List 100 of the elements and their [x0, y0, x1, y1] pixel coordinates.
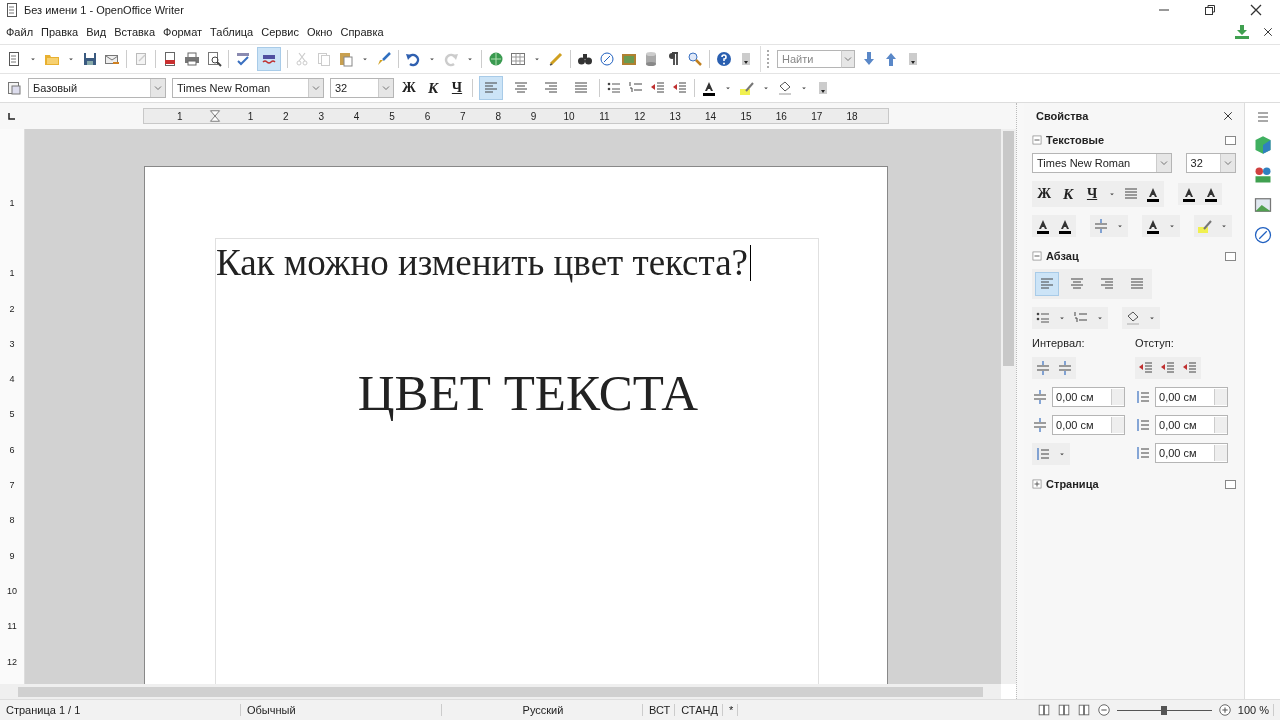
printer-icon[interactable]	[184, 51, 200, 67]
autospellcheck-button[interactable]	[257, 47, 281, 71]
font-color-icon[interactable]	[1181, 186, 1198, 202]
print-preview-icon[interactable]	[206, 51, 222, 67]
save-icon[interactable]	[82, 51, 98, 67]
spin-field[interactable]: 0,00 см	[1052, 387, 1126, 407]
close-icon[interactable]	[1222, 110, 1235, 122]
tab-stop-icon[interactable]	[6, 110, 18, 122]
spin-field[interactable]: 0,00 см	[1155, 443, 1229, 463]
collapse-icon[interactable]	[1032, 251, 1043, 261]
font-color-icon[interactable]	[1145, 186, 1162, 202]
indent-icon[interactable]	[1138, 360, 1155, 376]
font-size-dropdown[interactable]: 32	[1185, 153, 1237, 173]
align-button[interactable]	[479, 76, 503, 100]
spellcheck-icon[interactable]	[235, 51, 251, 67]
menu-item[interactable]: Формат	[161, 26, 209, 38]
page-layout-icon[interactable]	[1076, 703, 1091, 717]
indent-icon[interactable]	[1160, 360, 1177, 376]
line-spacing-icon[interactable]	[1135, 389, 1152, 405]
zoom-icon[interactable]	[687, 51, 703, 67]
zoom-in-icon[interactable]	[1217, 703, 1232, 717]
font-color-icon[interactable]	[1035, 218, 1052, 234]
spacing-icon[interactable]	[1032, 389, 1049, 405]
database-icon[interactable]	[643, 51, 659, 67]
page-layout-icon[interactable]	[1036, 703, 1051, 717]
dropdown-button[interactable]	[841, 50, 855, 68]
line-spacing-icon[interactable]	[1135, 445, 1152, 461]
spin-field[interactable]: 0,00 см	[1155, 387, 1229, 407]
bold-button[interactable]: Ж	[400, 78, 418, 98]
horizontal-scrollbar[interactable]	[0, 684, 1002, 699]
spacing-icon[interactable]	[1057, 360, 1074, 376]
style-dropdown[interactable]: Базовый	[28, 78, 166, 98]
spin-field[interactable]: 0,00 см	[1052, 415, 1126, 435]
bullet-list-icon[interactable]	[1035, 310, 1052, 326]
bold-button[interactable]: Ж	[1035, 184, 1054, 204]
expand-icon[interactable]	[1032, 479, 1043, 489]
zoom-level[interactable]: 100 %	[1237, 704, 1274, 716]
underline-button[interactable]: Ч	[1083, 184, 1102, 204]
highlighter-icon[interactable]	[1197, 218, 1214, 234]
more-options-icon[interactable]	[1225, 251, 1237, 261]
line-spacing-icon[interactable]	[1135, 417, 1152, 433]
section-title[interactable]: Текстовые	[1046, 134, 1105, 146]
paint-bucket-icon[interactable]	[777, 80, 793, 96]
download-icon[interactable]	[1234, 24, 1250, 40]
horizontal-ruler[interactable]: 1 1 2 3 4 5 6 7 8 9 10 11 12 13 14 15 16 17 18	[143, 108, 889, 124]
down-arrow-icon[interactable]	[861, 51, 877, 67]
highlighter-icon[interactable]	[739, 80, 755, 96]
find-field[interactable]: Найти	[777, 50, 841, 68]
menu-item[interactable]: Сервис	[259, 26, 305, 38]
globe-icon[interactable]	[488, 51, 504, 67]
align-button[interactable]	[1035, 272, 1060, 296]
menu-item[interactable]: Правка	[39, 26, 85, 38]
paste-icon[interactable]	[338, 51, 354, 67]
menu-item[interactable]: Таблица	[208, 26, 260, 38]
menu-item[interactable]: Окно	[304, 26, 339, 38]
help-icon[interactable]	[716, 51, 732, 67]
indent-marker-icon[interactable]	[209, 110, 222, 122]
pencil-icon[interactable]	[548, 51, 564, 67]
spacing-icon[interactable]	[1035, 360, 1052, 376]
zoom-out-icon[interactable]	[1096, 703, 1111, 717]
spin-field[interactable]: 0,00 см	[1155, 415, 1229, 435]
font-color-icon[interactable]	[1203, 186, 1220, 202]
indent-icon[interactable]	[672, 80, 688, 96]
indent-icon[interactable]	[1182, 360, 1199, 376]
line-spacing-icon[interactable]	[1035, 446, 1052, 462]
edit-document-icon[interactable]	[133, 51, 149, 67]
underline-button[interactable]: Ч	[448, 78, 466, 98]
font-color-icon[interactable]	[701, 80, 717, 96]
menu-item[interactable]: Вид	[84, 26, 113, 38]
font-dropdown[interactable]: Times New Roman	[172, 78, 324, 98]
italic-button[interactable]: К	[424, 78, 442, 98]
indent-icon[interactable]	[650, 80, 666, 96]
collapse-icon[interactable]	[1032, 135, 1043, 145]
undo-icon[interactable]	[405, 51, 421, 67]
more-options-icon[interactable]	[1225, 135, 1237, 145]
font-color-icon[interactable]	[1145, 218, 1162, 234]
paint-bucket-icon[interactable]	[1125, 310, 1142, 326]
italic-button[interactable]: К	[1059, 184, 1078, 204]
image-icon[interactable]	[1252, 195, 1273, 215]
vertical-scrollbar[interactable]	[1001, 129, 1017, 684]
up-arrow-icon[interactable]	[883, 51, 899, 67]
vertical-ruler[interactable]: 1 1 2 3 4 5 6 7 8 9 10 11 12	[0, 129, 25, 684]
spacing-icon[interactable]	[1032, 417, 1049, 433]
sidebar-splitter[interactable]	[1016, 103, 1025, 699]
pdf-icon[interactable]	[162, 51, 178, 67]
menu-item[interactable]: Справка	[338, 26, 390, 38]
justify-icon[interactable]	[1123, 186, 1140, 202]
gallery-icon[interactable]	[621, 51, 637, 67]
paintbrush-icon[interactable]	[376, 51, 392, 67]
font-dropdown[interactable]: Times New Roman	[1032, 153, 1172, 173]
font-color-icon[interactable]	[1057, 218, 1074, 234]
selection-mode[interactable]: СТАНД	[681, 704, 723, 716]
font-size-dropdown[interactable]: 32	[330, 78, 394, 98]
section-title[interactable]: Страница	[1046, 478, 1099, 490]
menu-item[interactable]: Вставка	[112, 26, 161, 38]
bullet-list-icon[interactable]	[606, 80, 622, 96]
close-icon[interactable]	[1262, 26, 1274, 38]
binoculars-icon[interactable]	[577, 51, 593, 67]
section-title[interactable]: Абзац	[1046, 250, 1079, 262]
styles-icon[interactable]	[6, 80, 22, 96]
